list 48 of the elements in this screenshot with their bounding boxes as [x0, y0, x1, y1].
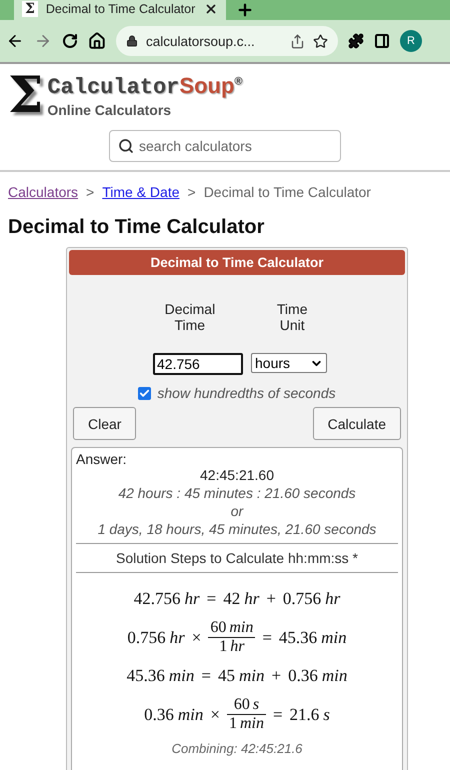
- puzzle-icon[interactable]: [348, 33, 364, 49]
- equation: 42.756 hr = 42 hr + 0.756 hr: [134, 589, 340, 609]
- browser-tab[interactable]: Σ Decimal to Time Calculator: [14, 0, 226, 20]
- calculate-button[interactable]: Calculate: [312, 407, 401, 440]
- brand-name: CalculatorSoup$^{®}$: [47, 72, 242, 100]
- search-field[interactable]: search calculators: [109, 130, 341, 162]
- close-icon[interactable]: [204, 2, 218, 16]
- sigma-logo: Σ: [8, 70, 44, 120]
- lock-icon: [126, 35, 138, 47]
- calculator-header: Decimal to Time Calculator: [69, 250, 405, 275]
- breadcrumb-separator: >: [86, 184, 94, 200]
- tagline: Online Calculators: [47, 102, 172, 118]
- tab-title: Decimal to Time Calculator: [46, 2, 196, 16]
- address-bar[interactable]: calculatorsoup.c...: [116, 26, 338, 56]
- answer-result: 42:45:21.60: [200, 467, 274, 483]
- steps-title: Solution Steps to Calculate hh:mm:ss *: [116, 550, 358, 566]
- decimal-input[interactable]: 42.756: [153, 353, 243, 375]
- checkbox[interactable]: [138, 386, 152, 400]
- home-icon[interactable]: [88, 32, 106, 50]
- profile-avatar[interactable]: R: [400, 30, 422, 52]
- answer-detail: 42 hours : 45 minutes : 21.60 seconds: [118, 485, 356, 501]
- answer-detail: 1 days, 18 hours, 45 minutes, 21.60 seconds: [98, 521, 376, 537]
- breadcrumb-separator: >: [188, 184, 196, 200]
- star-icon[interactable]: [313, 34, 328, 48]
- breadcrumb-link[interactable]: Calculators: [8, 184, 78, 200]
- search-icon: [118, 138, 134, 154]
- forward-icon[interactable]: [34, 32, 52, 50]
- new-tab-icon[interactable]: [236, 1, 254, 19]
- share-icon[interactable]: [290, 34, 305, 48]
- side-panel-icon[interactable]: [374, 33, 390, 49]
- equation: 0.756 hr × 60 min 1 hr = 45.36 min: [127, 619, 347, 656]
- field-label: Decimal Time: [164, 301, 215, 333]
- back-icon[interactable]: [6, 32, 24, 50]
- answer-detail: or: [230, 503, 244, 519]
- reload-icon[interactable]: [62, 33, 78, 49]
- breadcrumb-link[interactable]: Time & Date: [102, 184, 180, 200]
- url-text: calculatorsoup.c...: [146, 34, 256, 48]
- equation: 45.36 min = 45 min + 0.36 min: [126, 666, 348, 686]
- breadcrumb-current: Decimal to Time Calculator: [204, 184, 371, 200]
- checkbox-label: show hundredths of seconds: [157, 385, 336, 401]
- sigma-favicon: Σ: [22, 1, 38, 17]
- clear-button[interactable]: Clear: [73, 407, 136, 440]
- field-label: Time Unit: [276, 301, 308, 333]
- equation: 0.36 min × 60 s 1 min = 21.6 s: [144, 696, 330, 733]
- page-title: Decimal to Time Calculator: [8, 216, 266, 239]
- unit-select[interactable]: hours: [251, 353, 327, 373]
- answer-label: Answer:: [76, 451, 127, 467]
- combining-text: Combining: 42:45:21.6: [172, 741, 302, 756]
